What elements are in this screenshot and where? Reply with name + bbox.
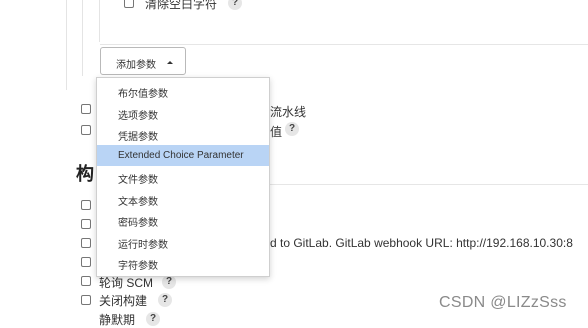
left-indent-line [66, 0, 67, 90]
trim-whitespace-label: 清除空白字符 [145, 0, 218, 11]
add-parameter-dropdown: 布尔值参数 选项参数 凭据参数 Extended Choice Paramete… [96, 77, 270, 277]
trigger-checkbox-2[interactable] [81, 219, 91, 229]
section-divider [270, 184, 588, 185]
menu-item-text-param[interactable]: 文本参数 [97, 188, 269, 209]
caret-up-icon [167, 61, 173, 64]
menu-item-credentials-param[interactable]: 凭据参数 [97, 123, 269, 144]
value-option-help-icon[interactable]: ? [285, 122, 299, 136]
menu-item-choice-param[interactable]: 选项参数 [97, 102, 269, 123]
inner-indent-line [82, 0, 83, 76]
option-checkbox-1[interactable] [81, 104, 91, 114]
param-block-line [99, 0, 100, 42]
param-block-divider [100, 44, 588, 45]
disable-build-help-icon[interactable]: ? [158, 293, 172, 307]
menu-item-run-param[interactable]: 运行时参数 [97, 231, 269, 252]
pipeline-option-label: 流水线 [270, 105, 307, 119]
poll-scm-help-icon[interactable]: ? [162, 275, 176, 289]
value-option-label: 值 [270, 125, 283, 139]
quiet-period-label: 静默期 [99, 313, 136, 327]
add-parameter-button[interactable]: 添加参数 [100, 47, 186, 75]
menu-item-file-param[interactable]: 文件参数 [97, 166, 269, 187]
disable-build-label: 关闭构建 [99, 294, 148, 308]
add-parameter-label: 添加参数 [116, 60, 156, 71]
trim-whitespace-checkbox[interactable] [124, 0, 134, 8]
trigger-checkbox-4[interactable] [81, 257, 91, 267]
trigger-checkbox-1[interactable] [81, 200, 91, 210]
gitlab-trigger-checkbox[interactable] [81, 238, 91, 248]
menu-item-password-param[interactable]: 密码参数 [97, 209, 269, 230]
menu-item-string-param[interactable]: 字符参数 [97, 252, 269, 273]
gitlab-trigger-label: d to GitLab. GitLab webhook URL: http://… [270, 236, 573, 250]
quiet-period-help-icon[interactable]: ? [146, 312, 160, 326]
menu-item-boolean-param[interactable]: 布尔值参数 [97, 80, 269, 101]
trim-whitespace-help-icon[interactable]: ? [228, 0, 242, 10]
option-checkbox-2[interactable] [81, 125, 91, 135]
disable-build-checkbox[interactable] [81, 295, 91, 305]
poll-scm-checkbox[interactable] [81, 276, 91, 286]
menu-item-extended-choice-param[interactable]: Extended Choice Parameter [97, 145, 269, 166]
watermark: CSDN @LIZzSss [439, 294, 567, 311]
build-triggers-heading: 构 [76, 164, 94, 184]
